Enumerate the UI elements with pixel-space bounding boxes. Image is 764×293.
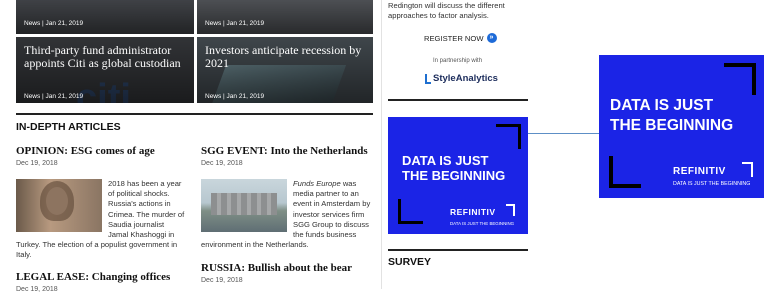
tile-title[interactable]: Third-party fund administrator appoints …	[24, 44, 188, 70]
register-label: REGISTER NOW	[424, 33, 484, 43]
corner-top-right	[496, 124, 521, 149]
article-date: Dec 19, 2018	[16, 286, 58, 293]
arrow-right-icon: »	[486, 33, 497, 43]
ad-headline-1: DATA IS JUST	[610, 97, 714, 114]
ad-headline-2: THE BEGINNING	[610, 117, 734, 134]
corner-top-right	[724, 63, 756, 95]
sidebar-divider	[388, 99, 528, 101]
refinitiv-logo-icon	[506, 204, 515, 216]
tile-meta: News | Jan 21, 2019	[205, 93, 265, 100]
survey-heading: SURVEY	[388, 256, 431, 268]
refinitiv-brand: REFINITIV	[450, 207, 496, 217]
corner-bottom-left	[609, 156, 641, 188]
register-now-button[interactable]: REGISTER NOW »	[424, 33, 497, 43]
article-title[interactable]: RUSSIA: Bullish about the bear	[201, 262, 352, 274]
column-divider	[381, 0, 382, 289]
news-tile-top-right[interactable]: News | Jan 21, 2019	[197, 0, 373, 34]
thumb-spacer	[201, 179, 293, 232]
news-tile-survey[interactable]: Investors anticipate recession by 2021 N…	[197, 37, 373, 103]
tile-title[interactable]: Investors anticipate recession by 2021	[205, 44, 367, 70]
article-date: Dec 19, 2018	[201, 277, 243, 284]
article-summary: Funds Europe was media partner to an eve…	[201, 179, 373, 250]
callout-connector	[528, 133, 599, 134]
ad-tagline: DATA IS JUST THE BEGINNING	[450, 221, 515, 226]
tile-meta: News | Jan 21, 2019	[205, 20, 265, 27]
style-analytics-icon	[425, 73, 431, 84]
article-title[interactable]: LEGAL EASE: Changing offices	[16, 271, 170, 283]
section-heading: IN-DEPTH ARTICLES	[16, 121, 121, 133]
article-date: Dec 19, 2018	[16, 160, 58, 167]
refinitiv-ad-sidebar[interactable]: DATA IS JUST THE BEGINNING REFINITIV DAT…	[388, 117, 528, 234]
refinitiv-logo-icon	[742, 162, 753, 177]
article-title[interactable]: SGG EVENT: Into the Netherlands	[201, 145, 368, 157]
partner-logo[interactable]: StyleAnalytics	[425, 73, 498, 84]
tile-image	[16, 0, 194, 34]
corner-bottom-left	[398, 199, 423, 224]
ad-headline-1: DATA IS JUST	[402, 153, 489, 168]
ad-tagline: DATA IS JUST THE BEGINNING	[673, 181, 751, 187]
section-divider	[16, 113, 373, 115]
webinar-description: Redington will discuss the different app…	[388, 1, 505, 21]
news-tile-citi[interactable]: citi Third-party fund administrator appo…	[16, 37, 194, 103]
news-tile-top-left[interactable]: News | Jan 21, 2019	[16, 0, 194, 34]
thumb-spacer	[16, 179, 108, 232]
partner-name: StyleAnalytics	[433, 73, 498, 84]
article-date: Dec 19, 2018	[201, 160, 243, 167]
partnership-text: In partnership with	[433, 58, 483, 64]
refinitiv-ad-zoomed[interactable]: DATA IS JUST THE BEGINNING REFINITIV DAT…	[599, 55, 764, 198]
refinitiv-brand: REFINITIV	[673, 166, 726, 177]
publication-name: Funds Europe	[293, 179, 341, 188]
sidebar-divider	[388, 249, 528, 251]
ad-headline-2: THE BEGINNING	[402, 168, 506, 183]
tile-meta: News | Jan 21, 2019	[24, 93, 84, 100]
article-summary: 2018 has been a year of political shocks…	[16, 179, 186, 261]
tile-meta: News | Jan 21, 2019	[24, 20, 84, 27]
article-title[interactable]: OPINION: ESG comes of age	[16, 145, 155, 157]
tile-image	[197, 0, 373, 34]
